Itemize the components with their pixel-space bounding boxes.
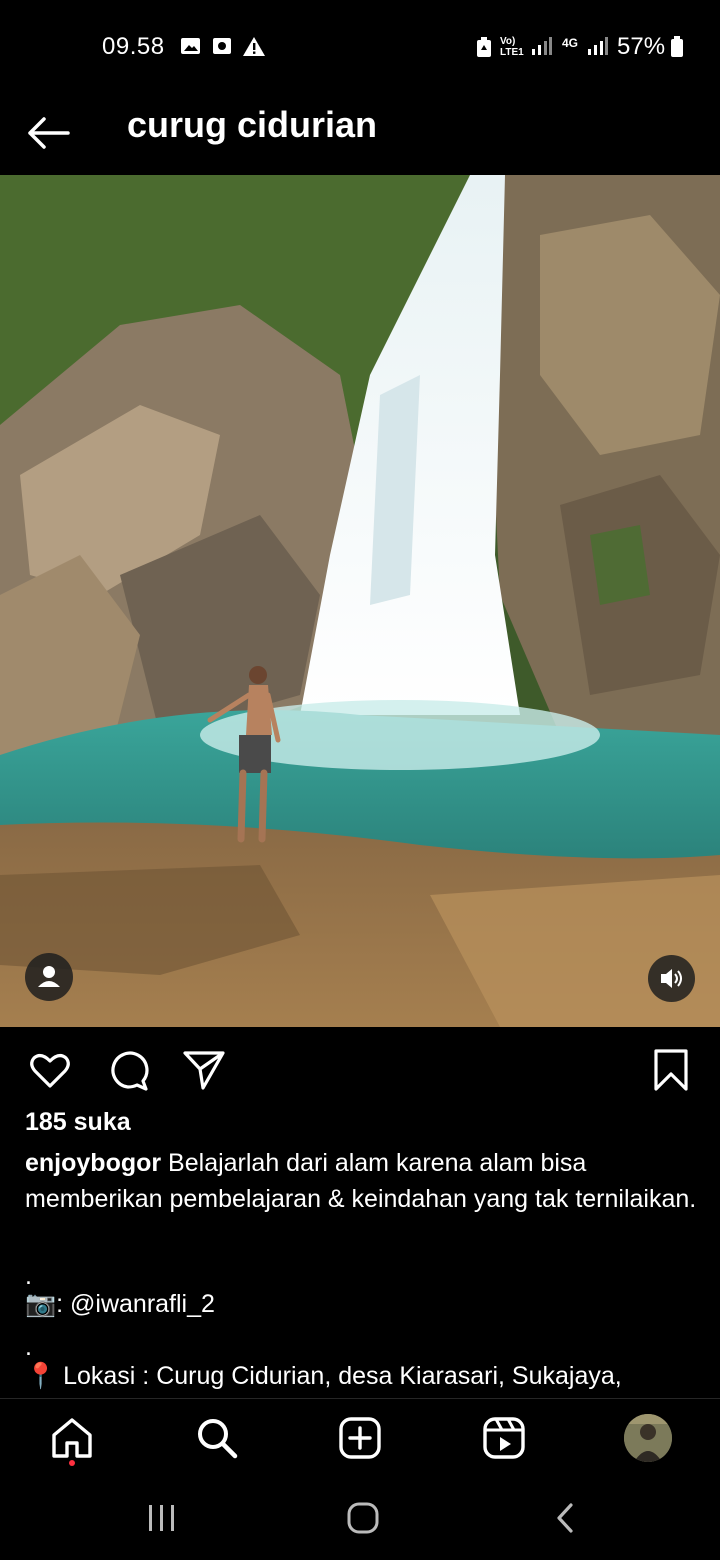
profile-avatar[interactable]: [624, 1414, 672, 1462]
recycle-icon: [477, 37, 491, 57]
header: curug cidurian: [0, 92, 720, 174]
network-4g-label: 4G: [562, 36, 579, 50]
likes-count[interactable]: 185 suka: [25, 1108, 131, 1137]
back-system-icon[interactable]: [552, 1501, 578, 1535]
pin-emoji-icon: 📍: [25, 1362, 57, 1390]
gallery-icon: [181, 38, 200, 54]
comment-icon[interactable]: [104, 1046, 152, 1094]
like-icon[interactable]: [26, 1046, 74, 1094]
create-icon[interactable]: [337, 1415, 383, 1461]
status-time: 09.58: [102, 33, 165, 60]
battery-icon: [671, 36, 683, 57]
caption-location: 📍 Lokasi : Curug Cidurian, desa Kiarasar…: [25, 1362, 622, 1391]
camera-emoji-icon: 📷: [25, 1290, 57, 1318]
waterfall-image: [0, 175, 720, 1027]
status-bar: 09.58 Vo) LTE1 4G 57%: [0, 0, 720, 92]
signal-icon: [532, 37, 552, 55]
avatar-image: [624, 1414, 672, 1462]
system-nav-bar: [0, 1480, 720, 1560]
caption-credit: 📷: @iwanrafli_2: [25, 1290, 215, 1319]
post-actions: [0, 1030, 720, 1110]
screen-record-icon: [213, 38, 231, 54]
back-arrow-icon[interactable]: [22, 106, 76, 160]
caption-dot-2: .: [25, 1333, 32, 1361]
post-caption: enjoybogor Belajarlah dari alam karena a…: [25, 1145, 705, 1217]
page-title: curug cidurian: [127, 104, 378, 145]
warning-icon: [243, 37, 265, 56]
sound-button[interactable]: [648, 955, 695, 1002]
tagged-users-button[interactable]: [25, 953, 73, 1001]
save-icon[interactable]: [647, 1046, 695, 1094]
caption-dot-1: .: [25, 1262, 32, 1290]
caption-username[interactable]: enjoybogor: [25, 1149, 161, 1177]
credit-mention[interactable]: : @iwanrafli_2: [56, 1290, 215, 1318]
bottom-nav: [0, 1398, 720, 1481]
network-lte-label: Vo) LTE1: [500, 36, 524, 58]
reels-icon[interactable]: [481, 1415, 527, 1461]
volume-icon: [661, 969, 682, 988]
recent-apps-icon[interactable]: [146, 1502, 178, 1534]
home-icon[interactable]: [49, 1415, 95, 1461]
location-text: Lokasi : Curug Cidurian, desa Kiarasari,…: [56, 1362, 622, 1390]
home-system-icon[interactable]: [346, 1501, 380, 1535]
search-icon[interactable]: [194, 1415, 240, 1461]
notification-dot: [69, 1460, 75, 1466]
share-icon[interactable]: [180, 1046, 228, 1094]
user-icon: [38, 966, 60, 987]
post-image[interactable]: [0, 175, 720, 1027]
battery-percentage: 57%: [617, 33, 666, 60]
signal-icon-2: [588, 37, 608, 55]
